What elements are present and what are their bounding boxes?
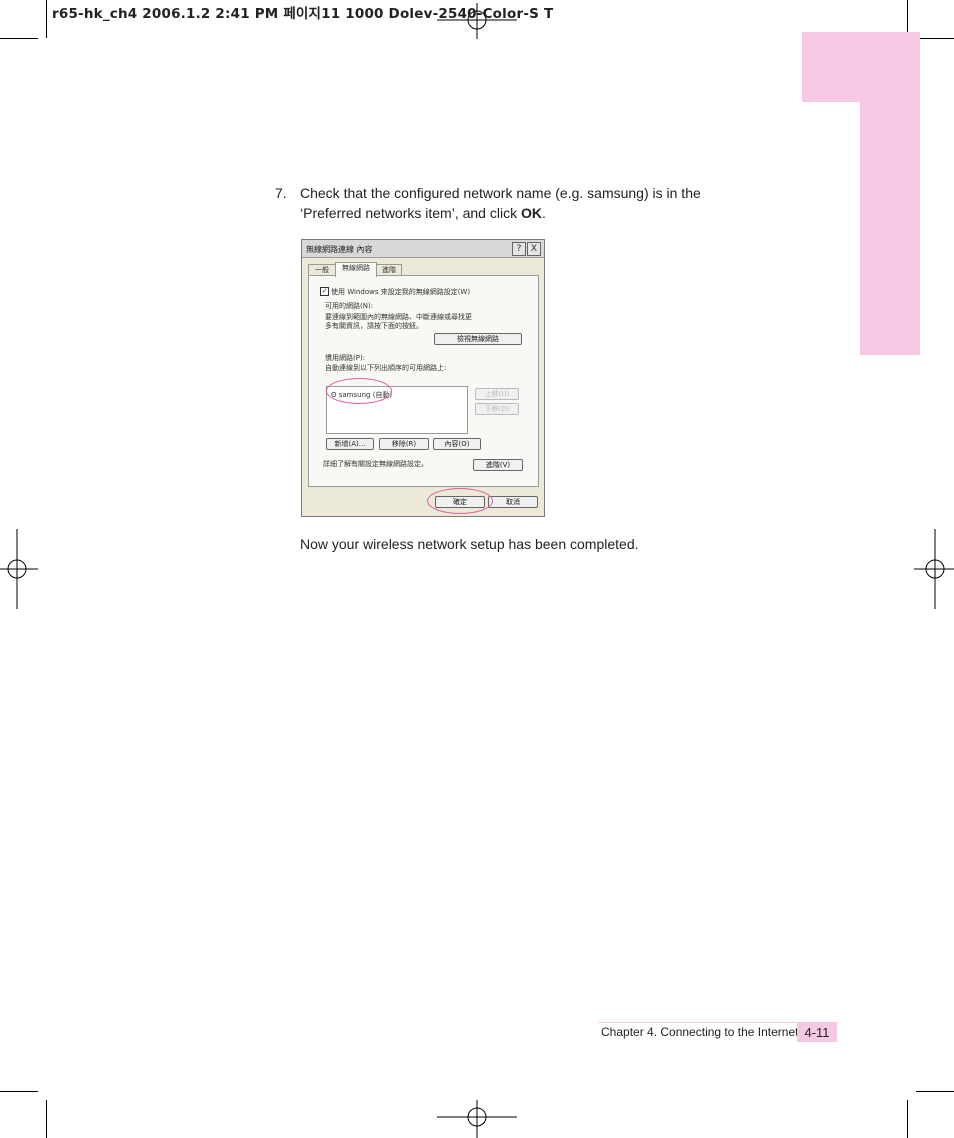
cancel-button[interactable]: 取消 [488, 496, 538, 508]
help-button[interactable]: ? [512, 242, 526, 256]
crop-mark-bottom-right-v [907, 1100, 908, 1138]
remove-button[interactable]: 移除(R) [379, 438, 429, 450]
chapter-tab-side [860, 102, 920, 355]
step-number: 7. [275, 185, 287, 201]
learn-more-text[interactable]: 詳細了解有關設定無線網路設定。 [323, 459, 428, 469]
step-text-end: . [541, 205, 546, 221]
available-networks-desc-2: 多有關資訊，請按下面的按鈕。 [325, 322, 423, 330]
crop-mark-top-left-v [46, 0, 47, 38]
properties-button[interactable]: 內容(O) [433, 438, 481, 450]
tab-wireless-networks[interactable]: 無線網路 [335, 262, 377, 277]
preferred-networks-desc: 自動連線到以下列出順序的可用網路上: [325, 364, 447, 372]
dialog-titlebar: 無線網路連線 內容 ? X [302, 240, 544, 258]
wireless-properties-dialog: 無線網路連線 內容 ? X 一般 無線網路 進階 ✓ 使用 Windows 來設… [301, 239, 545, 517]
page-number: 4-11 [797, 1023, 837, 1042]
use-windows-checkbox[interactable]: ✓ [320, 287, 329, 296]
move-down-button[interactable]: 下移(D) [475, 403, 519, 415]
dialog-title: 無線網路連線 內容 [306, 245, 373, 254]
view-wireless-networks-button[interactable]: 檢視無線網路 [434, 333, 522, 345]
close-button[interactable]: X [527, 242, 541, 256]
chapter-tab-top [802, 32, 920, 102]
add-button[interactable]: 新增(A)... [326, 438, 374, 450]
registration-target-left [0, 529, 38, 609]
registration-target-right [914, 529, 954, 609]
step-text: Check that the configured network name (… [300, 183, 755, 223]
available-networks-label: 可用的網路(N): [325, 302, 374, 310]
advanced-button[interactable]: 進階(V) [473, 459, 523, 471]
footer-chapter: Chapter 4. Connecting to the Internet [601, 1025, 799, 1039]
preferred-networks-label: 慣用網路(P): [325, 354, 366, 362]
highlight-circle-samsung [326, 378, 392, 404]
use-windows-label: 使用 Windows 來設定我的無線網路設定(W) [331, 288, 471, 296]
registration-target-bottom [437, 1100, 517, 1138]
step-text-main: Check that the configured network name (… [300, 185, 701, 221]
completion-text: Now your wireless network setup has been… [300, 536, 639, 552]
crop-mark-top-right-h [916, 38, 954, 39]
highlight-circle-ok [427, 488, 493, 514]
crop-mark-bottom-left-h [0, 1091, 38, 1092]
crop-mark-bottom-left-v [46, 1100, 47, 1138]
move-up-button[interactable]: 上移(U) [475, 388, 519, 400]
crop-mark-bottom-right-h [916, 1091, 954, 1092]
step-text-ok: OK [520, 205, 542, 221]
print-slug: r65-hk_ch4 2006.1.2 2:41 PM 페이지11 1000 D… [52, 6, 554, 22]
crop-mark-top-left-h [0, 38, 38, 39]
